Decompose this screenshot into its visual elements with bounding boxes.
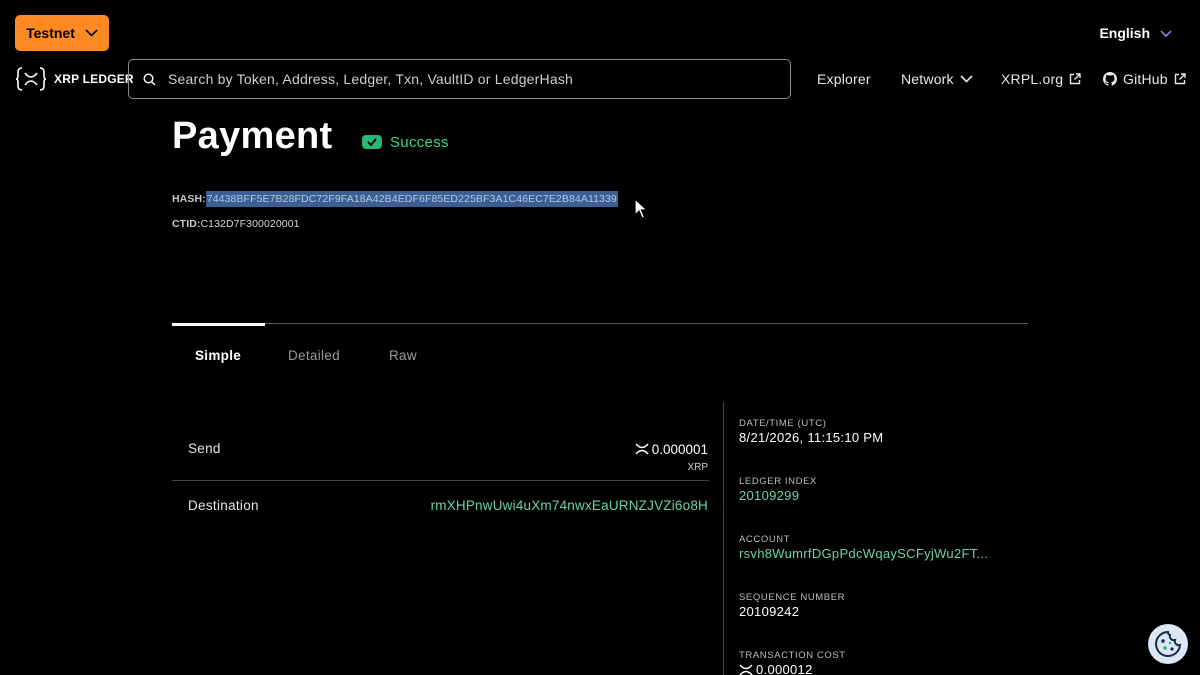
search-icon [143,72,156,85]
panel-divider [723,402,724,675]
ctid-label: CTID: [172,218,201,230]
search-bar[interactable] [128,59,791,99]
hash-row: HASH: 74438BFF5E7B28FDC72F9FA18A42B4EDF6… [172,191,618,207]
chevron-down-icon [960,75,973,83]
tabs-divider [172,323,1028,324]
send-amount-value: 0.000001 [651,441,708,457]
nav-github-link[interactable]: GitHub [1103,70,1186,88]
ledger-index-link[interactable]: 20109299 [739,488,799,503]
xrp-ledger-logo[interactable]: XRP LEDGER [15,66,134,92]
datetime-value: 8/21/2026, 11:15:10 PM [739,430,884,445]
row-divider [172,480,709,481]
cookie-settings-button[interactable] [1148,624,1188,664]
language-label: English [1099,25,1150,41]
xrpl-logo-icon [15,67,47,91]
ctid-value[interactable]: C132D7F300020001 [201,218,300,230]
status-text: Success [390,133,449,151]
destination-address-link[interactable]: rmXHPnwUwi4uXm74nwxEaURNZJVZi6o8H [431,498,708,513]
xrp-icon [739,664,753,675]
hash-label: HASH: [172,193,206,205]
tab-raw[interactable]: Raw [389,348,417,363]
hash-value[interactable]: 74438BFF5E7B28FDC72F9FA18A42B4EDF6F85ED2… [205,191,618,207]
sequence-value: 20109242 [739,604,800,619]
search-input[interactable] [168,71,790,87]
account-link[interactable]: rsvh8WumrfDGpPdcWqaySCFyjWu2FT... [739,546,988,561]
network-selector-button[interactable]: Testnet [15,15,109,51]
transaction-cost: 0.000012 [739,662,813,675]
destination-label: Destination [188,498,259,513]
ledger-index-label: LEDGER INDEX [739,476,817,487]
active-tab-indicator [172,323,265,326]
xrp-icon [635,443,649,455]
sequence-label: SEQUENCE NUMBER [739,592,846,603]
nav-network-label: Network [901,71,954,87]
send-currency: XRP [687,462,708,473]
check-icon [362,135,382,149]
send-amount: 0.000001 [635,441,708,457]
github-icon [1103,72,1117,86]
nav-xrpl-label: XRPL.org [1001,71,1064,87]
nav-explorer-label: Explorer [817,71,871,87]
transaction-cost-value: 0.000012 [756,662,813,675]
nav-network-dropdown[interactable]: Network [901,70,973,88]
chevron-down-icon [85,29,98,37]
external-link-icon [1174,73,1186,85]
logo-text: XRP LEDGER [54,72,134,86]
tab-simple[interactable]: Simple [195,348,241,363]
send-label: Send [188,441,221,456]
network-selector-label: Testnet [26,25,75,41]
mouse-cursor-icon [634,198,648,219]
status-badge: Success [362,132,449,152]
nav-github-label: GitHub [1123,71,1168,87]
datetime-label: DATE/TIME (UTC) [739,418,827,429]
cookie-icon [1155,630,1182,657]
language-selector[interactable]: English [1099,24,1172,42]
tab-detailed[interactable]: Detailed [288,348,340,363]
nav-xrpl-link[interactable]: XRPL.org [1001,70,1081,88]
chevron-down-icon [1160,29,1172,37]
account-label: ACCOUNT [739,534,791,545]
page-title: Payment [172,115,333,157]
transaction-cost-label: TRANSACTION COST [739,650,846,661]
external-link-icon [1070,73,1081,85]
nav-explorer-link[interactable]: Explorer [817,70,871,88]
ctid-row: CTID:C132D7F300020001 [172,218,300,232]
